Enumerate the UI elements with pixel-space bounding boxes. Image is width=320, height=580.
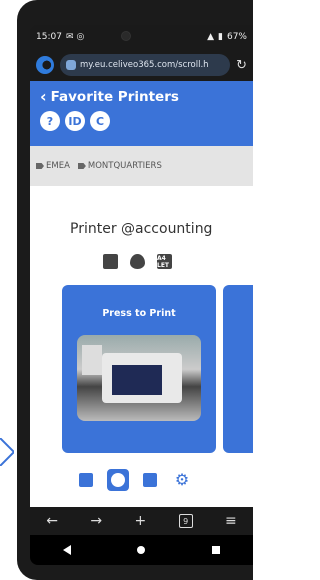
phone-screen: 15:07 ✉ ◎ ▲ ▮ 67% my.eu.celiveo365.com/s…: [30, 25, 253, 565]
list-icon: [79, 473, 93, 487]
color-drop-icon: [130, 254, 145, 269]
tag-bar: EMEA MONTQUARTIERS: [30, 146, 253, 186]
paper-size-icon: A4 LET: [157, 254, 172, 269]
printer-content: Printer @accounting A4 LET Press to Prin…: [30, 186, 253, 507]
back-arrow-icon[interactable]: ←: [46, 513, 58, 529]
tag-label: EMEA: [46, 161, 70, 171]
tag-montquartiers[interactable]: MONTQUARTIERS: [77, 161, 162, 171]
tag-icon: [77, 163, 86, 169]
battery-level: 67%: [226, 32, 247, 42]
tag-emea[interactable]: EMEA: [36, 161, 70, 171]
print-settings-icon: [143, 473, 157, 487]
tag-icon: [36, 163, 44, 169]
printer-tab-bar: ⚙: [75, 469, 193, 491]
signal-icon: ▲: [207, 32, 215, 42]
tag-label: MONTQUARTIERS: [87, 161, 162, 171]
system-nav-bar: [30, 535, 253, 565]
next-printer-card[interactable]: [223, 285, 253, 453]
lock-icon: [66, 60, 76, 70]
forward-arrow-icon[interactable]: →: [90, 513, 102, 529]
color-tab[interactable]: [107, 469, 129, 491]
printer-feature-icon: [103, 254, 118, 269]
printer-feature-icons: A4 LET: [103, 254, 172, 269]
card-label: Press to Print: [102, 308, 176, 319]
page-title: Favorite Printers: [50, 89, 179, 105]
browser-nav-bar: ← → + 9 ≡: [30, 507, 253, 535]
list-tab[interactable]: [75, 469, 97, 491]
printer-photo: [77, 335, 201, 421]
print-settings-tab[interactable]: [139, 469, 161, 491]
battery-icon: ▮: [218, 32, 223, 42]
gear-tab[interactable]: ⚙: [171, 469, 193, 491]
press-to-print-card[interactable]: Press to Print: [62, 285, 216, 453]
photo-shape: [82, 345, 102, 375]
pointer-arrow-icon: [0, 438, 14, 466]
browser-logo-icon[interactable]: [36, 56, 54, 74]
menu-icon[interactable]: ≡: [225, 513, 237, 529]
status-right-icons: ▲ ▮ 67%: [207, 32, 247, 42]
refresh-icon[interactable]: C: [90, 111, 110, 131]
browser-toolbar: my.eu.celiveo365.com/scroll.h ↻: [30, 49, 253, 81]
system-back-icon[interactable]: [63, 545, 72, 555]
location-icon: ◎: [76, 32, 85, 42]
tabs-count-icon[interactable]: 9: [178, 514, 193, 528]
color-drop-icon: [111, 473, 125, 487]
url-bar[interactable]: my.eu.celiveo365.com/scroll.h: [60, 54, 231, 76]
header-icon-row: ? ID C: [40, 111, 243, 131]
status-time: 15:07: [36, 32, 62, 42]
status-bar: 15:07 ✉ ◎ ▲ ▮ 67%: [30, 25, 253, 49]
gear-icon: ⚙: [174, 470, 190, 489]
photo-shape: [112, 365, 162, 395]
status-left-icons: ✉ ◎: [66, 32, 84, 42]
printer-name: Printer @accounting: [70, 221, 213, 237]
message-icon: ✉: [65, 32, 74, 42]
id-icon[interactable]: ID: [65, 111, 85, 131]
reload-icon[interactable]: ↻: [236, 58, 247, 73]
system-home-icon[interactable]: [137, 546, 146, 554]
chevron-left-icon: ‹: [40, 87, 47, 106]
system-recents-icon[interactable]: [211, 546, 220, 554]
back-button[interactable]: ‹ Favorite Printers: [40, 87, 243, 106]
new-tab-icon[interactable]: +: [134, 513, 146, 529]
help-icon[interactable]: ?: [40, 111, 60, 131]
url-text: my.eu.celiveo365.com/scroll.h: [80, 60, 209, 70]
app-header: ‹ Favorite Printers ? ID C: [30, 81, 253, 146]
